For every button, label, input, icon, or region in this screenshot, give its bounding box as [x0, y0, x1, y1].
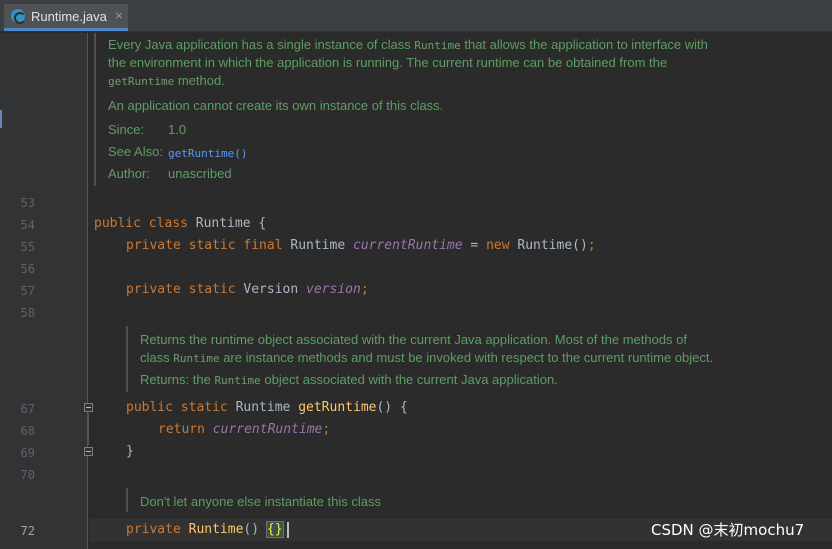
fold-toggle-icon[interactable]: [84, 403, 93, 412]
code-line-57[interactable]: private static Version version;: [126, 282, 369, 298]
tab-runtime-java[interactable]: Runtime.java ×: [4, 4, 128, 31]
line-number: 55: [20, 240, 35, 254]
line-number: 70: [20, 468, 35, 482]
text-caret: [287, 522, 289, 538]
code-line-72[interactable]: private Runtime() {}: [126, 521, 284, 538]
fold-toggle-icon[interactable]: [84, 447, 93, 456]
line-number: 58: [20, 306, 35, 320]
java-class-icon: [11, 9, 26, 24]
line-number: 68: [20, 424, 35, 438]
tab-label: Runtime.java: [31, 8, 107, 24]
method-javadoc[interactable]: Returns the runtime object associated wi…: [126, 326, 816, 392]
doc-line: Returns the runtime object associated wi…: [140, 332, 688, 347]
change-marker: [0, 110, 2, 128]
line-number: 57: [20, 284, 35, 298]
doc-line: An application cannot create its own ins…: [108, 98, 444, 113]
code-line-55[interactable]: private static final Runtime currentRunt…: [126, 238, 596, 254]
doc-returns: Returns: the Runtime object associated w…: [140, 372, 558, 387]
line-number: 54: [20, 218, 35, 232]
code-line-68[interactable]: return currentRuntime;: [158, 422, 330, 438]
fold-guide: [88, 413, 89, 445]
close-icon[interactable]: ×: [113, 10, 125, 22]
doc-line: Don't let anyone else instantiate this c…: [140, 494, 381, 509]
ctor-javadoc[interactable]: Don't let anyone else instantiate this c…: [126, 488, 526, 512]
line-number: 69: [20, 446, 35, 460]
watermark: CSDN @末初mochu7: [651, 521, 805, 539]
code-line-67[interactable]: public static Runtime getRuntime() {: [126, 400, 408, 416]
doc-line: class Runtime are instance methods and m…: [140, 350, 714, 365]
line-number: 56: [20, 262, 35, 276]
doc-author-label: Author:: [108, 166, 150, 181]
doc-line: Every Java application has a single inst…: [108, 37, 708, 52]
doc-line: the environment in which the application…: [108, 55, 668, 70]
doc-since-label: Since:: [108, 122, 145, 137]
code-line-54[interactable]: public class Runtime {: [94, 216, 266, 232]
line-number: 53: [20, 196, 35, 210]
matched-brace: {}: [265, 521, 284, 538]
line-number-current: 72: [20, 524, 35, 538]
editor-tab-bar: Runtime.java ×: [0, 0, 832, 32]
line-number: 67: [20, 402, 35, 416]
doc-line: getRuntime method.: [108, 73, 225, 88]
doc-seealso-label: See Also:: [108, 144, 163, 159]
code-line-69[interactable]: }: [126, 444, 134, 460]
class-javadoc[interactable]: Every Java application has a single inst…: [94, 33, 794, 186]
doc-author-value: unascribed: [168, 166, 232, 181]
doc-seealso-link[interactable]: getRuntime(): [168, 145, 247, 160]
doc-since-value: 1.0: [168, 122, 187, 137]
